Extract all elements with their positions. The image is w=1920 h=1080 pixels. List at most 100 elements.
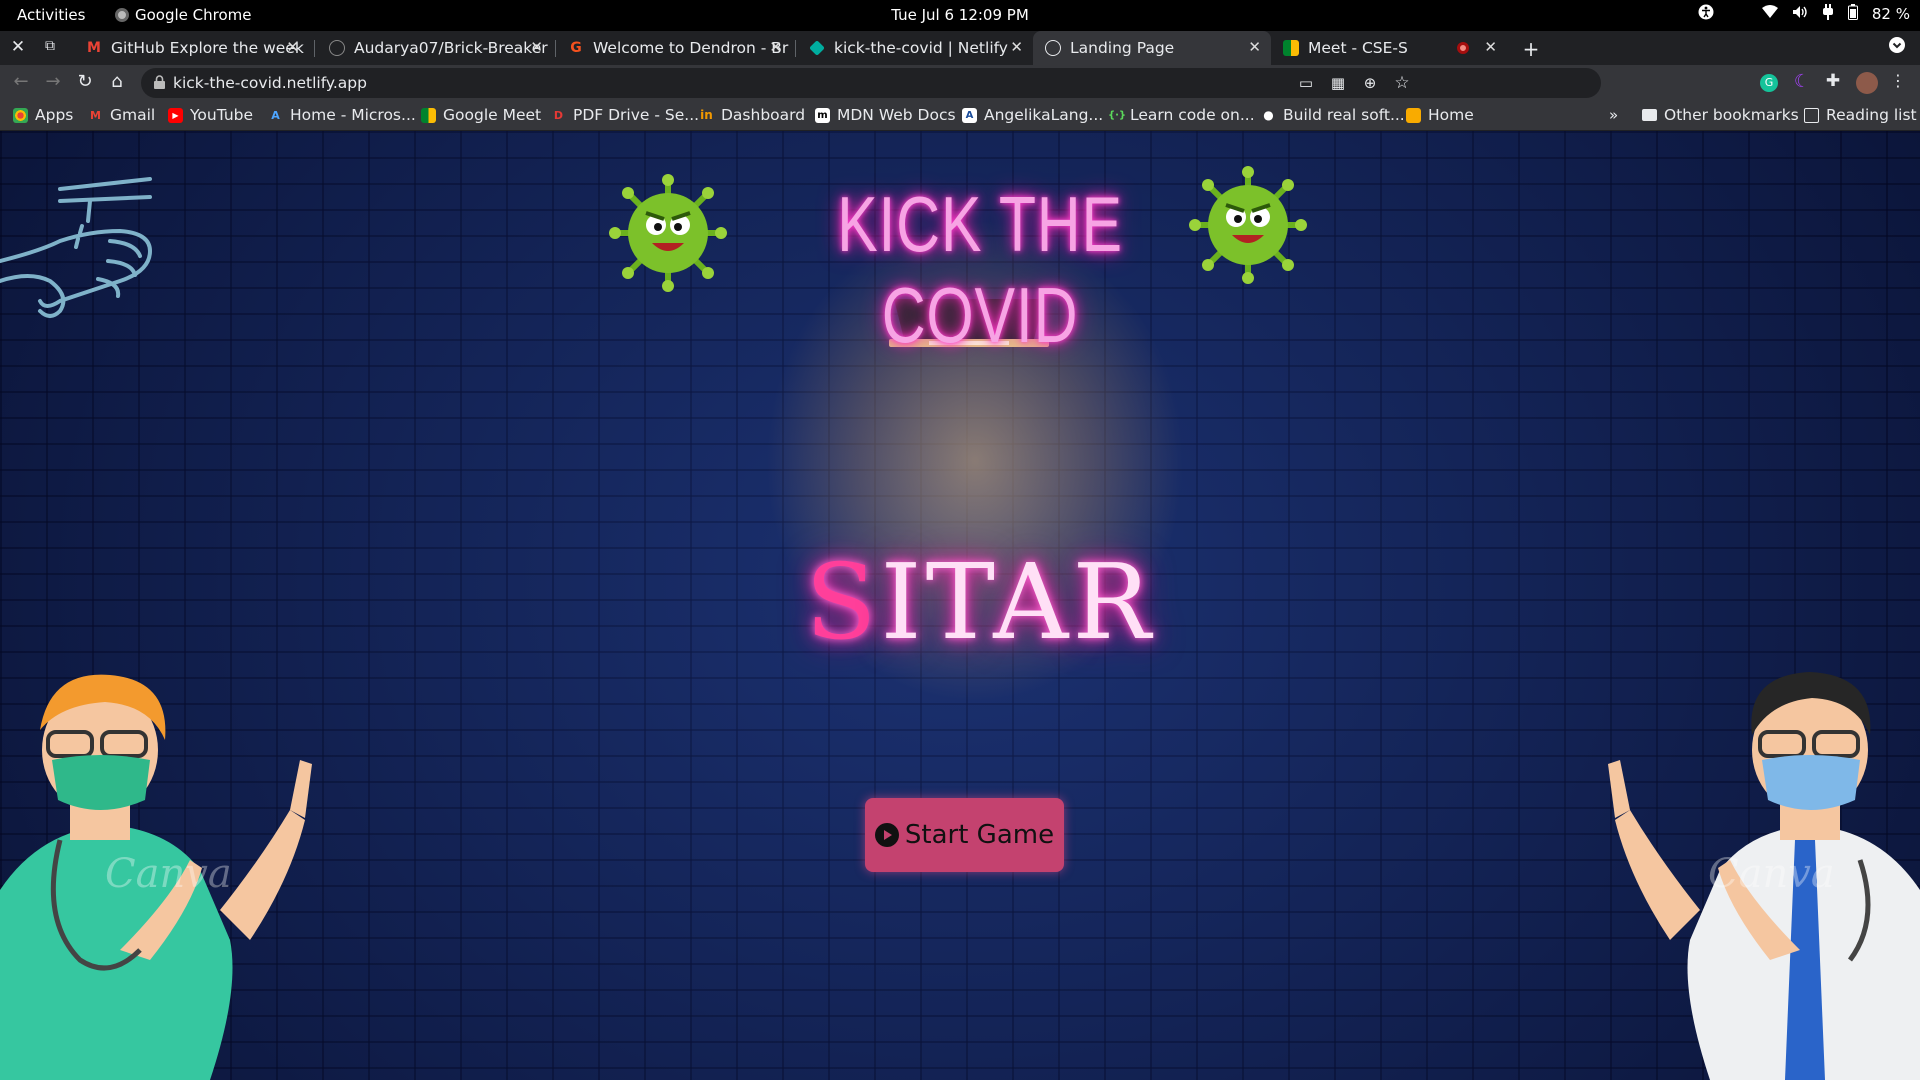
tab-dendron[interactable]: G Welcome to Dendron - Br ✕ (556, 31, 792, 65)
new-tab-icon[interactable]: + (1521, 37, 1541, 61)
wifi-icon[interactable] (1761, 5, 1778, 23)
bookmark-gmail[interactable]: M Gmail (88, 106, 155, 124)
activities-button[interactable]: Activities (17, 6, 85, 24)
sitar-logo-rest: ITAR (880, 541, 1155, 663)
start-game-button[interactable]: Start Game (865, 798, 1064, 872)
tab-landing-page[interactable]: Landing Page ✕ (1033, 31, 1271, 65)
build-icon: ● (1263, 107, 1274, 122)
bookmark-dashboard[interactable]: in Dashboard (699, 106, 805, 124)
bookmark-angelika[interactable]: A AngelikaLang... (962, 106, 1103, 124)
cast-icon[interactable]: ▭ (1296, 74, 1316, 94)
bookmark-label: AngelikaLang... (984, 106, 1104, 124)
app-menu[interactable]: Google Chrome (115, 6, 252, 24)
chrome-app-icon (115, 8, 129, 22)
bookmark-home-microsoft[interactable]: A Home - Micros... (268, 106, 416, 124)
azure-icon: A (271, 108, 280, 122)
accessibility-icon[interactable] (1698, 4, 1714, 24)
dark-mode-icon[interactable]: ☾ (1792, 71, 1812, 92)
dashboard-icon: in (700, 107, 713, 122)
canva-watermark-right: Canva (1708, 851, 1835, 897)
tab-close-icon[interactable]: ✕ (1484, 38, 1497, 56)
meet-icon (1283, 40, 1299, 56)
github-icon (329, 40, 345, 56)
bookmark-google-meet[interactable]: Google Meet (421, 106, 541, 124)
avatar[interactable] (1856, 72, 1878, 94)
code-icon: {·} (1108, 109, 1127, 121)
bookmark-label: Google Meet (443, 106, 542, 124)
address-bar[interactable]: kick-the-covid.netlify.app ▭ ▦ ⊕ ☆ (141, 68, 1601, 98)
tab-title: Audarya07/Brick-Breaker (354, 39, 548, 57)
other-bookmarks[interactable]: Other bookmarks (1642, 106, 1799, 124)
tab-github-explore[interactable]: M GitHub Explore the week c ✕ (74, 31, 309, 65)
page-title: KICK THE COVID (837, 180, 1123, 359)
tab-close-icon[interactable]: ✕ (530, 38, 543, 56)
web-page-content: KICK THE COVID SITAR Start Game Canva Ca… (0, 131, 1920, 1080)
reading-list[interactable]: Reading list (1804, 106, 1917, 124)
home-icon[interactable]: ⌂ (105, 71, 129, 92)
angelika-icon: A (962, 107, 977, 123)
more-menu-icon[interactable]: ⋮ (1888, 71, 1908, 91)
reload-icon[interactable]: ↻ (73, 71, 97, 92)
globe-icon (1045, 40, 1061, 56)
bookmark-label: YouTube (190, 106, 254, 124)
other-bookmarks-label: Other bookmarks (1664, 106, 1799, 124)
bookmark-learn-code[interactable]: {·} Learn code on... (1108, 106, 1255, 124)
apps-grid-icon (13, 107, 28, 123)
tab-close-icon[interactable]: ✕ (769, 38, 782, 56)
bookmark-pdf-drive[interactable]: D PDF Drive - Se... (551, 106, 699, 124)
tab-brick-breaker[interactable]: Audarya07/Brick-Breaker ✕ (317, 31, 553, 65)
gmail-icon: M (90, 108, 101, 122)
reading-list-label: Reading list (1826, 106, 1917, 124)
tab-kick-the-covid-netlify[interactable]: kick-the-covid | Netlify ✕ (797, 31, 1033, 65)
system-tray[interactable]: 82 % (1698, 4, 1910, 24)
tab-list-icon[interactable] (1887, 37, 1907, 57)
lock-icon[interactable] (154, 75, 165, 93)
bookmark-label: MDN Web Docs (837, 106, 956, 124)
bookmarks-overflow-icon[interactable]: » (1609, 106, 1618, 124)
folder-icon (1642, 109, 1657, 121)
tab-close-icon[interactable]: ✕ (1010, 38, 1023, 56)
clock[interactable]: Tue Jul 6 12:09 PM (0, 6, 1920, 24)
bookmark-label: Dashboard (721, 106, 806, 124)
tab-meet[interactable]: Meet - CSE-S ✕ (1271, 31, 1507, 65)
tab-title: Landing Page (1070, 39, 1175, 57)
meet-icon (421, 107, 436, 123)
bookmark-mdn[interactable]: m MDN Web Docs (815, 106, 956, 124)
start-game-label: Start Game (904, 820, 1055, 850)
bookmark-label: PDF Drive - Se... (573, 106, 700, 124)
back-icon[interactable]: ← (9, 71, 33, 92)
bookmark-label: Learn code on... (1130, 106, 1255, 124)
bookmark-label: Home - Micros... (290, 106, 416, 124)
power-plug-icon[interactable] (1822, 4, 1834, 24)
bookmark-build-real-software[interactable]: ● Build real soft... (1261, 106, 1405, 124)
bookmark-label: Home (1428, 106, 1474, 124)
volume-icon[interactable] (1792, 5, 1808, 23)
extensions-icon[interactable]: ✚ (1823, 71, 1843, 91)
home-box-icon (1406, 107, 1421, 123)
bookmark-apps[interactable]: Apps (13, 106, 73, 124)
forward-icon[interactable]: → (41, 71, 65, 92)
virus-icon-right (1189, 166, 1307, 284)
tab-close-icon[interactable]: ✕ (286, 38, 299, 56)
bookmark-label: Apps (35, 106, 74, 124)
bookmarks-bar: Apps M Gmail ▶ YouTube A Home - Micros..… (0, 101, 1920, 131)
browser-toolbar: ← → ↻ ⌂ kick-the-covid.netlify.app ▭ ▦ ⊕… (0, 65, 1920, 101)
bookmark-star-icon[interactable]: ☆ (1392, 73, 1412, 93)
qr-code-icon[interactable]: ▦ (1328, 74, 1348, 94)
tab-title: kick-the-covid | Netlify (834, 39, 1008, 57)
tab-search-icon[interactable]: ⧉ (40, 38, 60, 58)
bookmark-label: Gmail (110, 106, 156, 124)
tab-close-icon[interactable]: ✕ (1248, 38, 1261, 56)
reading-list-icon (1804, 107, 1819, 123)
netlify-icon (809, 40, 825, 56)
dendron-icon: G (570, 40, 582, 56)
system-top-bar: Activities Google Chrome Tue Jul 6 12:09… (0, 0, 1920, 31)
zoom-icon[interactable]: ⊕ (1360, 74, 1380, 94)
bookmark-youtube[interactable]: ▶ YouTube (168, 106, 253, 124)
close-window-icon[interactable]: ✕ (8, 37, 28, 57)
battery-icon[interactable] (1847, 4, 1858, 24)
bookmark-home[interactable]: Home (1406, 106, 1474, 124)
grammarly-icon[interactable]: G (1760, 74, 1778, 92)
play-icon (874, 823, 899, 847)
url-text[interactable]: kick-the-covid.netlify.app (173, 74, 367, 92)
